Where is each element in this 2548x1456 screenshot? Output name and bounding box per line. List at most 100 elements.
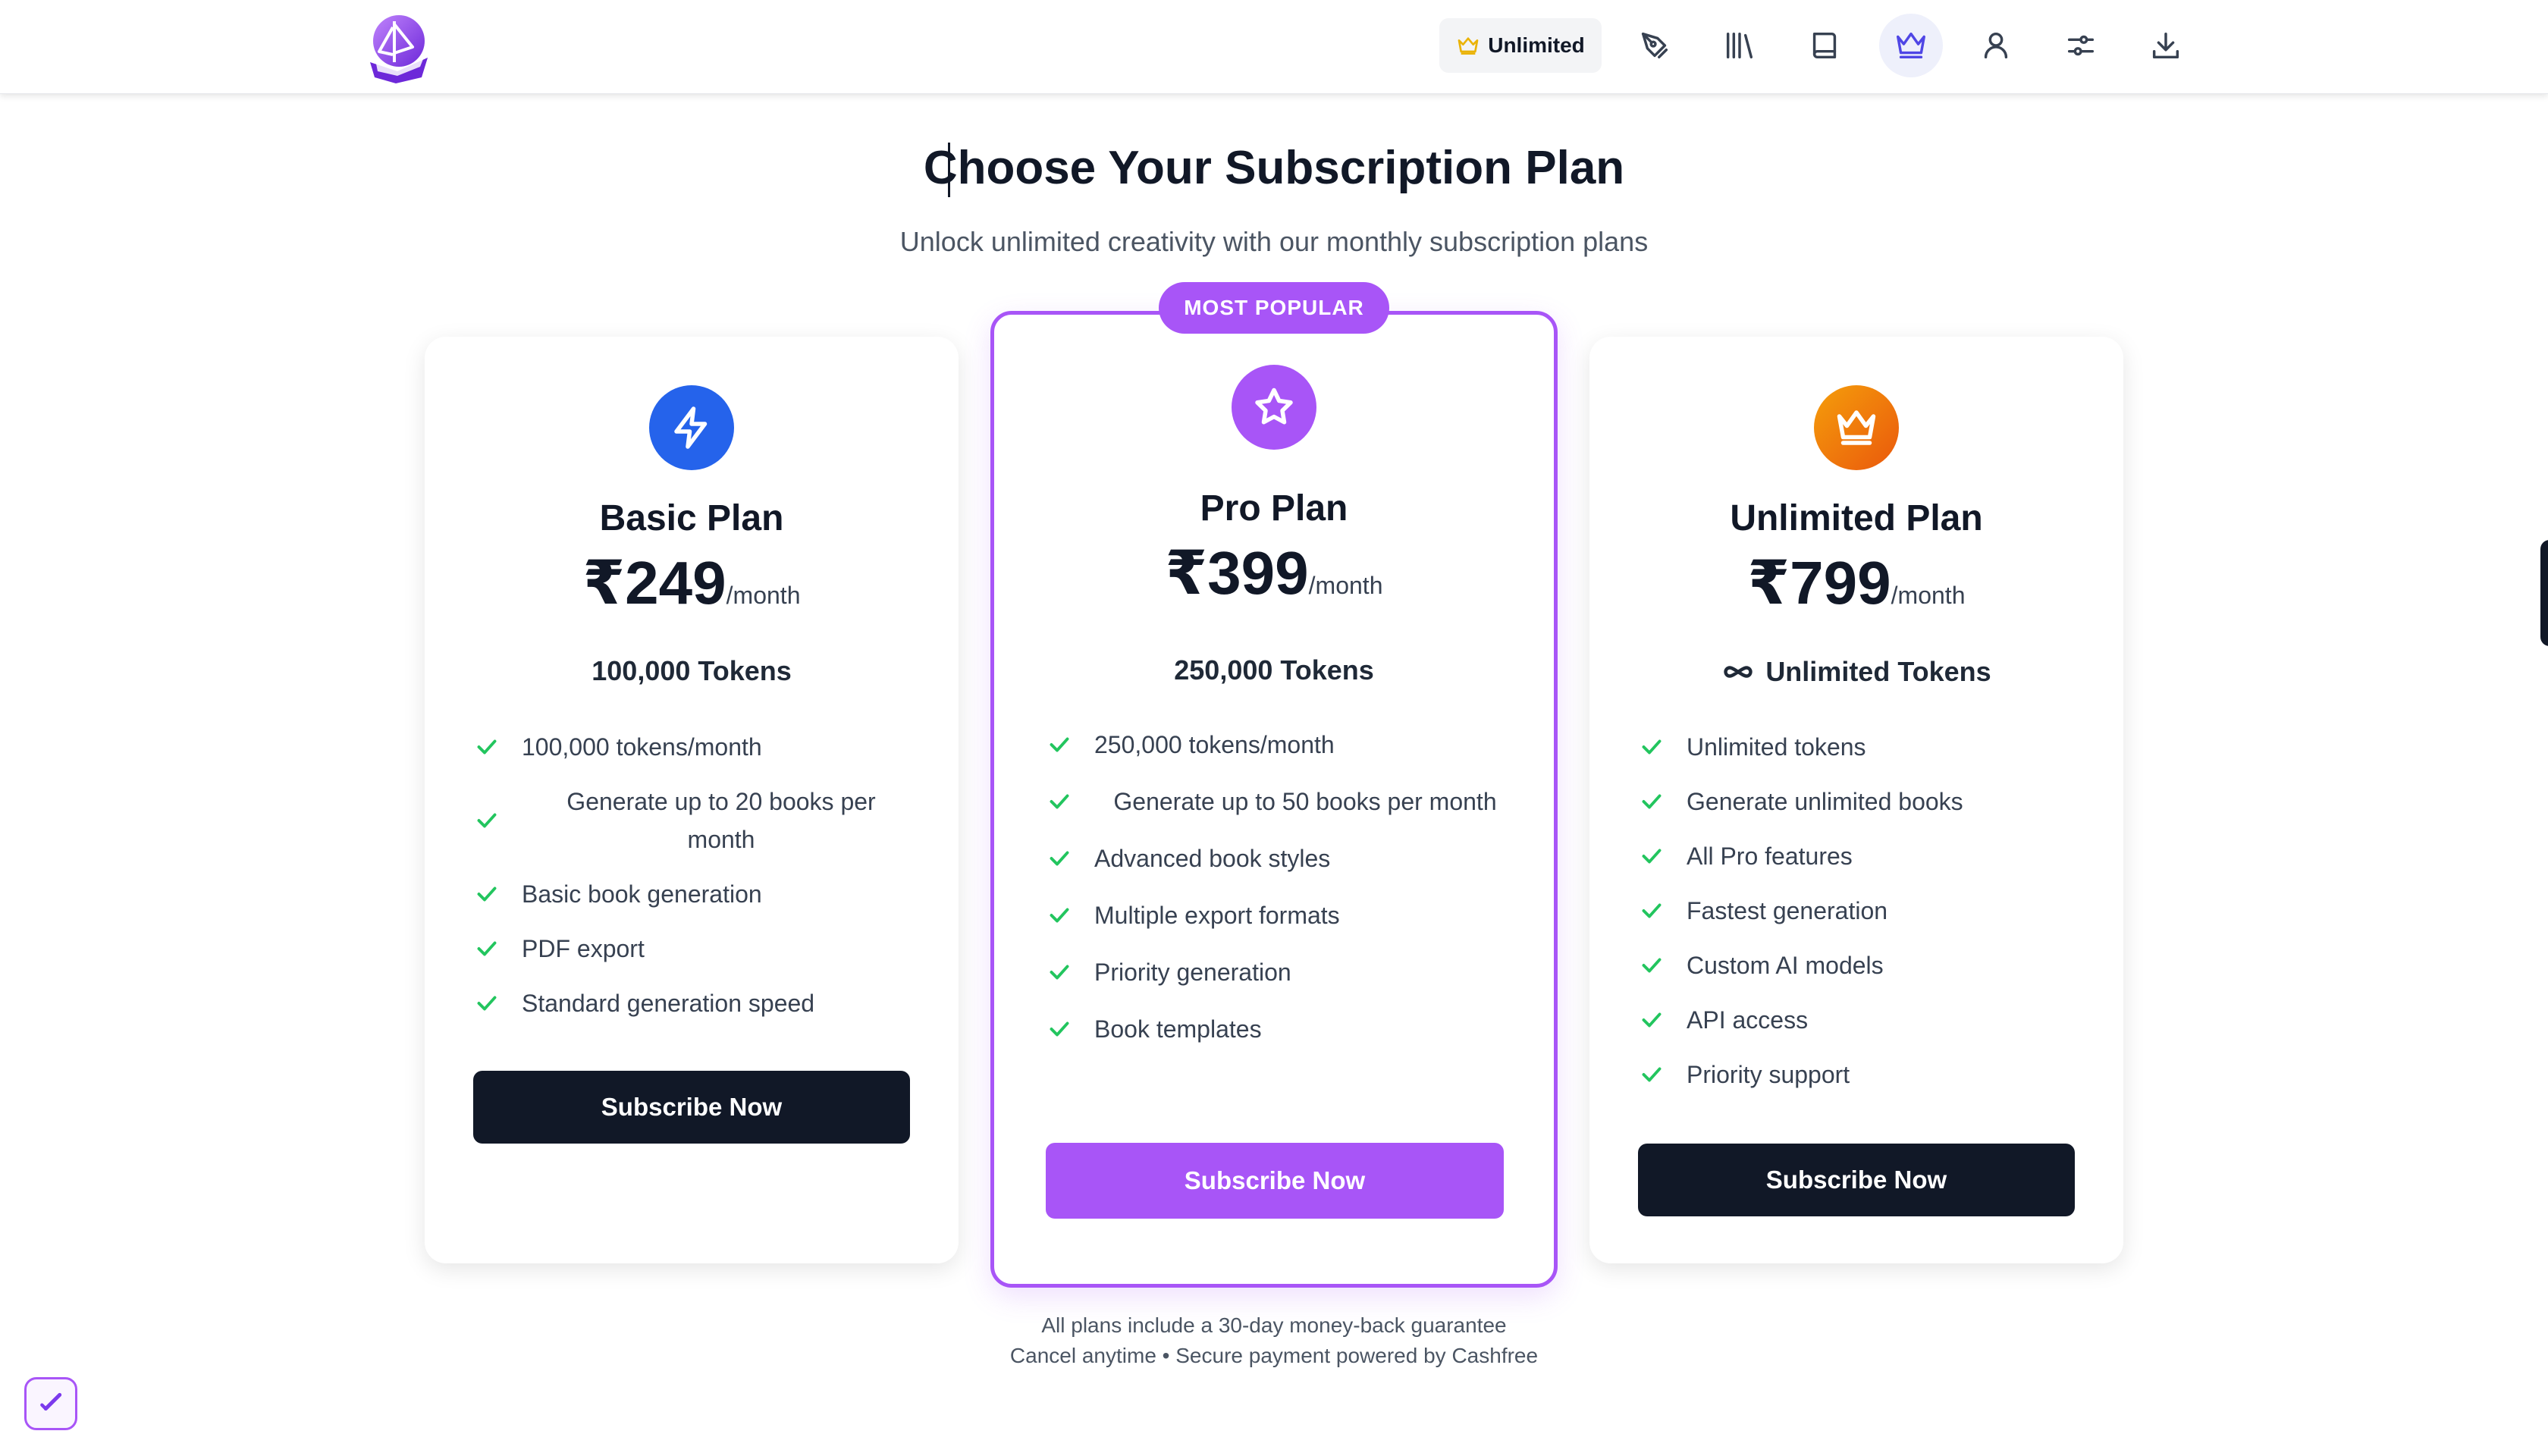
feature-text: Multiple export formats	[1094, 902, 1340, 929]
crown-icon	[1814, 385, 1899, 470]
feature-text: Standard generation speed	[522, 990, 815, 1017]
feature-text: All Pro features	[1687, 843, 1853, 870]
plan-period: /month	[1891, 582, 1966, 609]
unlimited-subscribe-button[interactable]: Subscribe Now	[1638, 1144, 2075, 1216]
feature-item: Basic book generation	[473, 875, 913, 913]
lightning-icon	[649, 385, 734, 470]
settings-sliders-icon	[2067, 35, 2095, 56]
most-popular-badge: MOST POPULAR	[1159, 282, 1389, 334]
check-icon	[1046, 788, 1073, 815]
top-header: Unlimited	[0, 0, 2548, 94]
price-row: ₹249 /month	[425, 548, 959, 618]
basic-subscribe-button[interactable]: Subscribe Now	[473, 1071, 910, 1144]
nav-settings-button[interactable]	[2049, 14, 2113, 77]
infinity-icon	[1724, 666, 1753, 678]
plan-period: /month	[1308, 572, 1383, 599]
page-title: Choose Your Subscription Plan	[923, 142, 1625, 194]
plan-price: ₹399	[1165, 539, 1309, 607]
plan-price: ₹249	[582, 549, 726, 617]
unlimited-plan-card: Unlimited Plan ₹799 /month Unlimited Tok…	[1589, 337, 2123, 1263]
plan-name: Basic Plan	[599, 498, 784, 538]
feature-item: Book templates	[1046, 1010, 1508, 1048]
plan-tokens: 100,000 Tokens	[425, 655, 959, 687]
check-icon	[1046, 959, 1073, 986]
book-icon	[1812, 32, 1837, 59]
feature-text: Unlimited tokens	[1687, 733, 1866, 761]
unlimited-status-badge[interactable]: Unlimited	[1439, 18, 1602, 73]
badge-label: Unlimited	[1488, 33, 1585, 57]
basic-plan-card: Basic Plan ₹249 /month 100,000 Tokens 10…	[425, 337, 959, 1263]
pro-subscribe-button[interactable]: Subscribe Now	[1046, 1143, 1504, 1219]
pro-plan-card: Pro Plan ₹399 /month 250,000 Tokens 250,…	[990, 311, 1558, 1288]
feature-item: All Pro features	[1638, 837, 2078, 875]
nav-subscription-button[interactable]	[1879, 14, 1943, 77]
library-icon	[1726, 32, 1753, 59]
feature-text: 250,000 tokens/month	[1094, 731, 1335, 758]
check-icon	[473, 990, 500, 1017]
feature-item: Generate up to 20 books per month	[473, 783, 913, 858]
check-icon	[1638, 733, 1665, 761]
page-subtitle: Unlock unlimited creativity with our mon…	[899, 226, 1649, 257]
feature-item: 100,000 tokens/month	[473, 728, 913, 766]
feature-list: Unlimited tokens Generate unlimited book…	[1638, 728, 2078, 1110]
task-check-button[interactable]	[24, 1377, 77, 1430]
side-drawer-tab[interactable]	[2540, 540, 2548, 646]
tokens-label: Unlimited Tokens	[1765, 656, 1991, 687]
plan-tokens: Unlimited Tokens	[1589, 655, 2123, 689]
feature-list: 100,000 tokens/month Generate up to 20 b…	[473, 728, 913, 1039]
feature-text: Generate up to 50 books per month	[1113, 788, 1497, 815]
plan-period: /month	[726, 582, 801, 609]
check-icon	[1638, 897, 1665, 924]
feature-item: API access	[1638, 1001, 2078, 1039]
feature-text: Basic book generation	[522, 880, 762, 908]
feature-text: Priority support	[1687, 1061, 1850, 1088]
star-icon	[1232, 365, 1316, 450]
feature-item: Fastest generation	[1638, 892, 2078, 930]
feature-item: Custom AI models	[1638, 946, 2078, 984]
feature-item: Advanced book styles	[1046, 839, 1508, 877]
nav-download-button[interactable]	[2134, 14, 2198, 77]
feature-text: PDF export	[522, 935, 645, 962]
feature-item: Standard generation speed	[473, 984, 913, 1022]
crown-icon	[1458, 37, 1479, 55]
feature-text: 100,000 tokens/month	[522, 733, 762, 761]
feature-list: 250,000 tokens/month Generate up to 50 b…	[1046, 726, 1508, 1067]
book-ship-logo-icon[interactable]	[359, 8, 435, 83]
nav-library-button[interactable]	[1708, 14, 1771, 77]
plan-name: Pro Plan	[1200, 488, 1348, 529]
feature-item: Priority support	[1638, 1056, 2078, 1094]
feature-text: Generate unlimited books	[1687, 788, 1963, 815]
feature-item: PDF export	[473, 930, 913, 968]
payment-note: Cancel anytime • Secure payment powered …	[1009, 1344, 1539, 1367]
plan-price: ₹799	[1747, 549, 1891, 617]
plan-name: Unlimited Plan	[1730, 498, 1983, 538]
check-icon	[1638, 1061, 1665, 1088]
feature-text: Custom AI models	[1687, 952, 1884, 979]
pen-nib-icon	[1641, 32, 1668, 59]
check-pen-icon	[40, 1392, 62, 1411]
user-icon	[1984, 32, 2008, 59]
feature-item: Generate unlimited books	[1638, 783, 2078, 821]
check-icon	[473, 880, 500, 908]
nav-profile-button[interactable]	[1964, 14, 2028, 77]
feature-item: Priority generation	[1046, 953, 1508, 991]
check-icon	[1046, 731, 1073, 758]
feature-text: Priority generation	[1094, 959, 1291, 986]
feature-item: 250,000 tokens/month	[1046, 726, 1508, 764]
feature-text: API access	[1687, 1006, 1809, 1034]
feature-text: Advanced book styles	[1094, 845, 1331, 872]
feature-text: Book templates	[1094, 1015, 1262, 1043]
nav-books-button[interactable]	[1793, 14, 1856, 77]
check-icon	[1046, 902, 1073, 929]
check-icon	[473, 807, 500, 834]
check-icon	[1638, 788, 1665, 815]
nav-write-button[interactable]	[1623, 14, 1687, 77]
price-row: ₹799 /month	[1589, 548, 2123, 618]
price-row: ₹399 /month	[994, 538, 1554, 608]
plan-tokens: 250,000 Tokens	[994, 654, 1554, 686]
feature-text: Generate up to 20 books per month	[566, 788, 876, 853]
feature-text: Fastest generation	[1687, 897, 1888, 924]
check-icon	[1638, 952, 1665, 979]
crown-icon	[1897, 32, 1925, 59]
check-icon	[1046, 1015, 1073, 1043]
